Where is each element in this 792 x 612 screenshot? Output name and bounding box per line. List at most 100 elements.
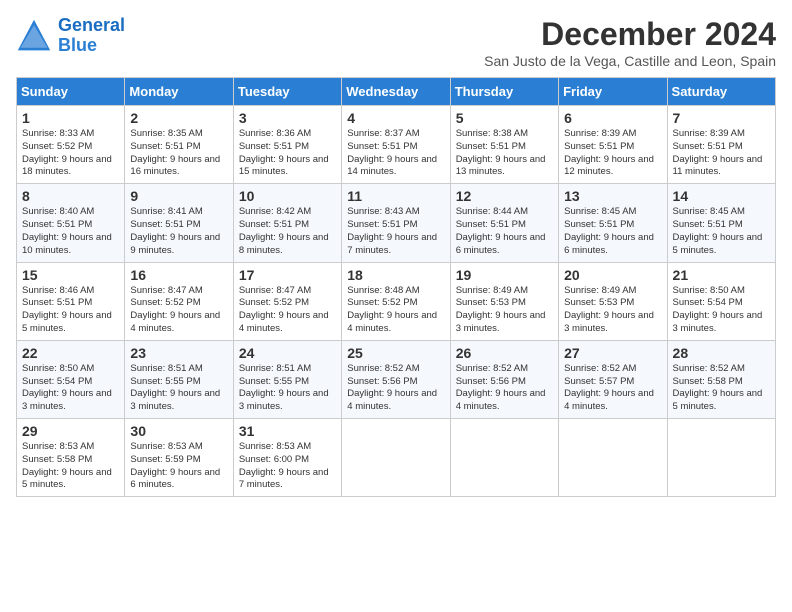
calendar-cell: 14 Sunrise: 8:45 AM Sunset: 5:51 PM Dayl… — [667, 184, 775, 262]
calendar-cell: 28 Sunrise: 8:52 AM Sunset: 5:58 PM Dayl… — [667, 340, 775, 418]
day-info: Sunrise: 8:53 AM Sunset: 6:00 PM Dayligh… — [239, 441, 336, 492]
calendar-week-row: 22 Sunrise: 8:50 AM Sunset: 5:54 PM Dayl… — [17, 340, 776, 418]
calendar-cell: 20 Sunrise: 8:49 AM Sunset: 5:53 PM Dayl… — [559, 262, 667, 340]
day-number: 1 — [22, 110, 119, 126]
day-number: 17 — [239, 267, 336, 283]
day-number: 30 — [130, 423, 227, 439]
day-info: Sunrise: 8:52 AM Sunset: 5:56 PM Dayligh… — [347, 363, 444, 414]
page-header: General Blue December 2024 San Justo de … — [16, 16, 776, 69]
calendar-cell: 23 Sunrise: 8:51 AM Sunset: 5:55 PM Dayl… — [125, 340, 233, 418]
day-number: 18 — [347, 267, 444, 283]
day-number: 21 — [673, 267, 770, 283]
day-number: 23 — [130, 345, 227, 361]
day-info: Sunrise: 8:52 AM Sunset: 5:56 PM Dayligh… — [456, 363, 553, 414]
month-title: December 2024 — [484, 16, 776, 53]
calendar-week-row: 29 Sunrise: 8:53 AM Sunset: 5:58 PM Dayl… — [17, 419, 776, 497]
calendar-cell: 13 Sunrise: 8:45 AM Sunset: 5:51 PM Dayl… — [559, 184, 667, 262]
day-number: 19 — [456, 267, 553, 283]
calendar-cell: 22 Sunrise: 8:50 AM Sunset: 5:54 PM Dayl… — [17, 340, 125, 418]
column-header-friday: Friday — [559, 78, 667, 106]
calendar-cell: 29 Sunrise: 8:53 AM Sunset: 5:58 PM Dayl… — [17, 419, 125, 497]
day-number: 9 — [130, 188, 227, 204]
calendar-week-row: 1 Sunrise: 8:33 AM Sunset: 5:52 PM Dayli… — [17, 106, 776, 184]
day-number: 16 — [130, 267, 227, 283]
calendar-cell: 17 Sunrise: 8:47 AM Sunset: 5:52 PM Dayl… — [233, 262, 341, 340]
calendar-cell: 11 Sunrise: 8:43 AM Sunset: 5:51 PM Dayl… — [342, 184, 450, 262]
calendar-cell: 7 Sunrise: 8:39 AM Sunset: 5:51 PM Dayli… — [667, 106, 775, 184]
calendar-cell: 2 Sunrise: 8:35 AM Sunset: 5:51 PM Dayli… — [125, 106, 233, 184]
day-number: 4 — [347, 110, 444, 126]
day-number: 27 — [564, 345, 661, 361]
calendar-cell: 27 Sunrise: 8:52 AM Sunset: 5:57 PM Dayl… — [559, 340, 667, 418]
day-number: 25 — [347, 345, 444, 361]
calendar-week-row: 15 Sunrise: 8:46 AM Sunset: 5:51 PM Dayl… — [17, 262, 776, 340]
day-info: Sunrise: 8:35 AM Sunset: 5:51 PM Dayligh… — [130, 128, 227, 179]
day-number: 24 — [239, 345, 336, 361]
day-info: Sunrise: 8:37 AM Sunset: 5:51 PM Dayligh… — [347, 128, 444, 179]
day-info: Sunrise: 8:50 AM Sunset: 5:54 PM Dayligh… — [22, 363, 119, 414]
calendar-cell: 10 Sunrise: 8:42 AM Sunset: 5:51 PM Dayl… — [233, 184, 341, 262]
calendar-cell — [559, 419, 667, 497]
day-info: Sunrise: 8:49 AM Sunset: 5:53 PM Dayligh… — [456, 285, 553, 336]
day-number: 15 — [22, 267, 119, 283]
column-header-thursday: Thursday — [450, 78, 558, 106]
title-block: December 2024 San Justo de la Vega, Cast… — [484, 16, 776, 69]
day-info: Sunrise: 8:45 AM Sunset: 5:51 PM Dayligh… — [564, 206, 661, 257]
day-number: 5 — [456, 110, 553, 126]
day-number: 29 — [22, 423, 119, 439]
calendar-cell: 19 Sunrise: 8:49 AM Sunset: 5:53 PM Dayl… — [450, 262, 558, 340]
day-number: 7 — [673, 110, 770, 126]
calendar-cell: 15 Sunrise: 8:46 AM Sunset: 5:51 PM Dayl… — [17, 262, 125, 340]
day-info: Sunrise: 8:42 AM Sunset: 5:51 PM Dayligh… — [239, 206, 336, 257]
calendar-cell: 26 Sunrise: 8:52 AM Sunset: 5:56 PM Dayl… — [450, 340, 558, 418]
day-number: 14 — [673, 188, 770, 204]
calendar-cell: 4 Sunrise: 8:37 AM Sunset: 5:51 PM Dayli… — [342, 106, 450, 184]
day-info: Sunrise: 8:47 AM Sunset: 5:52 PM Dayligh… — [239, 285, 336, 336]
day-number: 6 — [564, 110, 661, 126]
logo-text: General Blue — [58, 16, 125, 56]
day-info: Sunrise: 8:52 AM Sunset: 5:57 PM Dayligh… — [564, 363, 661, 414]
day-number: 13 — [564, 188, 661, 204]
day-number: 3 — [239, 110, 336, 126]
day-info: Sunrise: 8:53 AM Sunset: 5:58 PM Dayligh… — [22, 441, 119, 492]
day-info: Sunrise: 8:39 AM Sunset: 5:51 PM Dayligh… — [564, 128, 661, 179]
column-header-saturday: Saturday — [667, 78, 775, 106]
day-info: Sunrise: 8:36 AM Sunset: 5:51 PM Dayligh… — [239, 128, 336, 179]
calendar-cell — [667, 419, 775, 497]
calendar-cell — [450, 419, 558, 497]
location-subtitle: San Justo de la Vega, Castille and Leon,… — [484, 53, 776, 69]
calendar-cell: 24 Sunrise: 8:51 AM Sunset: 5:55 PM Dayl… — [233, 340, 341, 418]
logo: General Blue — [16, 16, 125, 56]
day-info: Sunrise: 8:39 AM Sunset: 5:51 PM Dayligh… — [673, 128, 770, 179]
day-info: Sunrise: 8:50 AM Sunset: 5:54 PM Dayligh… — [673, 285, 770, 336]
day-info: Sunrise: 8:51 AM Sunset: 5:55 PM Dayligh… — [130, 363, 227, 414]
calendar-cell: 30 Sunrise: 8:53 AM Sunset: 5:59 PM Dayl… — [125, 419, 233, 497]
day-info: Sunrise: 8:48 AM Sunset: 5:52 PM Dayligh… — [347, 285, 444, 336]
day-info: Sunrise: 8:44 AM Sunset: 5:51 PM Dayligh… — [456, 206, 553, 257]
day-info: Sunrise: 8:43 AM Sunset: 5:51 PM Dayligh… — [347, 206, 444, 257]
day-number: 28 — [673, 345, 770, 361]
calendar-cell: 25 Sunrise: 8:52 AM Sunset: 5:56 PM Dayl… — [342, 340, 450, 418]
calendar-cell — [342, 419, 450, 497]
calendar-cell: 3 Sunrise: 8:36 AM Sunset: 5:51 PM Dayli… — [233, 106, 341, 184]
day-number: 20 — [564, 267, 661, 283]
day-info: Sunrise: 8:47 AM Sunset: 5:52 PM Dayligh… — [130, 285, 227, 336]
calendar-cell: 18 Sunrise: 8:48 AM Sunset: 5:52 PM Dayl… — [342, 262, 450, 340]
day-info: Sunrise: 8:41 AM Sunset: 5:51 PM Dayligh… — [130, 206, 227, 257]
day-info: Sunrise: 8:46 AM Sunset: 5:51 PM Dayligh… — [22, 285, 119, 336]
calendar-cell: 6 Sunrise: 8:39 AM Sunset: 5:51 PM Dayli… — [559, 106, 667, 184]
calendar-week-row: 8 Sunrise: 8:40 AM Sunset: 5:51 PM Dayli… — [17, 184, 776, 262]
day-number: 10 — [239, 188, 336, 204]
day-info: Sunrise: 8:52 AM Sunset: 5:58 PM Dayligh… — [673, 363, 770, 414]
day-number: 11 — [347, 188, 444, 204]
calendar-cell: 21 Sunrise: 8:50 AM Sunset: 5:54 PM Dayl… — [667, 262, 775, 340]
calendar-cell: 8 Sunrise: 8:40 AM Sunset: 5:51 PM Dayli… — [17, 184, 125, 262]
day-number: 2 — [130, 110, 227, 126]
calendar-cell: 9 Sunrise: 8:41 AM Sunset: 5:51 PM Dayli… — [125, 184, 233, 262]
day-number: 22 — [22, 345, 119, 361]
day-info: Sunrise: 8:45 AM Sunset: 5:51 PM Dayligh… — [673, 206, 770, 257]
calendar-table: SundayMondayTuesdayWednesdayThursdayFrid… — [16, 77, 776, 497]
day-number: 12 — [456, 188, 553, 204]
column-header-tuesday: Tuesday — [233, 78, 341, 106]
calendar-cell: 1 Sunrise: 8:33 AM Sunset: 5:52 PM Dayli… — [17, 106, 125, 184]
